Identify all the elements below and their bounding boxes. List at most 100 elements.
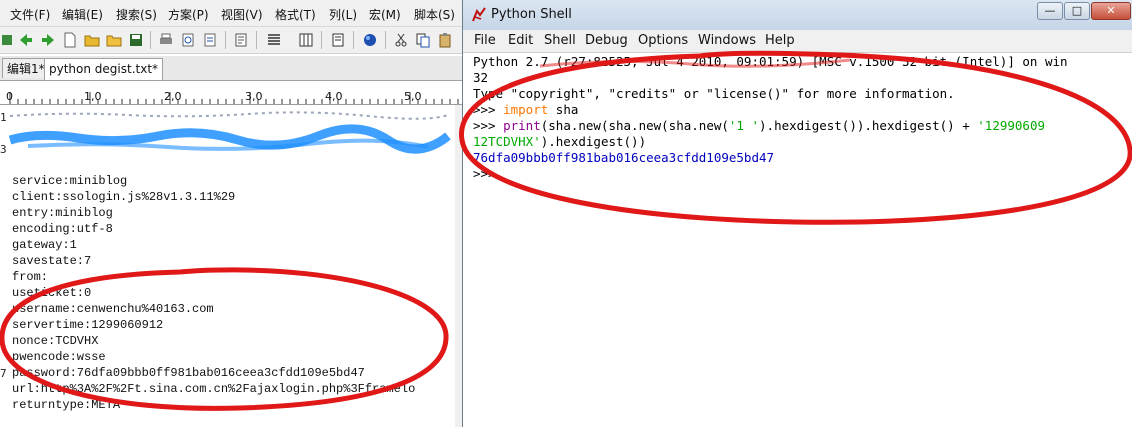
editor-scrollbar[interactable] (455, 105, 462, 427)
close-button[interactable]: ✕ (1091, 2, 1131, 20)
redaction-scribble (8, 111, 451, 154)
ruler-label: 2,0 (164, 90, 182, 103)
shell-window-title: Python Shell (491, 7, 572, 22)
shell-menu-edit[interactable]: Edit (508, 33, 533, 48)
new-file-icon[interactable] (62, 32, 78, 48)
shell-menu-debug[interactable]: Debug (585, 33, 628, 48)
tk-feather-icon (472, 7, 486, 22)
line-number: 3 (0, 143, 7, 156)
editor-menu-edit[interactable]: 编辑(E) (62, 6, 103, 23)
shell-menu-file[interactable]: File (474, 33, 496, 48)
password-string: '1 ' (728, 118, 760, 133)
editor-menu-search[interactable]: 搜索(S) (116, 6, 157, 23)
notes-icon[interactable] (330, 32, 346, 48)
editor-menu-script[interactable]: 脚本(S) (414, 6, 455, 23)
shell-menu-shell[interactable]: Shell (544, 33, 576, 48)
cut-tool-icon[interactable] (0, 32, 16, 48)
shell-menu-options[interactable]: Options (638, 33, 688, 48)
import-module: sha (548, 102, 579, 117)
salt-string-part: 12TCDVHX' (473, 134, 541, 149)
close-icon: ✕ (1106, 4, 1116, 17)
text-editor-window: 文件(F) 编辑(E) 搜索(S) 方案(P) 视图(V) 格式(T) 列(L)… (0, 0, 462, 427)
editor-line: nonce:TCDVHX (12, 334, 99, 348)
align-lines-icon[interactable] (266, 32, 282, 48)
hash-output: 76dfa09bbb0ff981bab016ceea3cfdd109e5bd47 (473, 150, 775, 165)
scissors-icon[interactable] (393, 32, 409, 48)
banner-line: 32 (473, 70, 489, 85)
column-mode-icon[interactable] (298, 32, 314, 48)
line-number: 1 (0, 111, 7, 124)
line-number-gutter: 1 3 7 (0, 105, 8, 427)
shell-menu-windows[interactable]: Windows (698, 33, 756, 48)
document-icon[interactable] (202, 32, 218, 48)
globe-icon[interactable] (362, 32, 378, 48)
editor-line: url:http%3A%2F%2Ft.sina.com.cn%2Fajaxlog… (12, 382, 416, 396)
editor-line: service:miniblog (12, 174, 128, 188)
editor-line: gateway:1 (12, 238, 77, 252)
banner-line: Python 2.7 (r27:82525, Jul 4 2010, 09:01… (473, 54, 1068, 69)
ruler-label: 4,0 (325, 90, 343, 103)
command-fragment: (sha.new(sha.new(sha.new( (540, 118, 729, 133)
ruler-label: 5,0 (404, 90, 422, 103)
editor-menu-scheme[interactable]: 方案(P) (168, 6, 209, 23)
editor-line: servertime:1299060912 (12, 318, 164, 332)
editor-line: entry:miniblog (12, 206, 113, 220)
shell-output-area[interactable]: Python 2.7 (r27:82525, Jul 4 2010, 09:01… (463, 52, 1132, 427)
editor-line: client:ssologin.js%28v1.3.11%29 (12, 190, 236, 204)
shell-menubar: File Edit Shell Debug Options Windows He… (463, 30, 1132, 53)
toolbar-separator (385, 31, 386, 49)
line-number: 7 (0, 367, 7, 380)
banner-line: Type "copyright", "credits" or "license(… (473, 86, 955, 101)
editor-menu-column[interactable]: 列(L) (329, 6, 357, 23)
editor-menu-format[interactable]: 格式(T) (275, 6, 316, 23)
python-shell-window: Python Shell — □ ✕ File Edit Shell Debug… (462, 0, 1132, 427)
maximize-icon: □ (1071, 4, 1083, 17)
shell-prompt: >>> (473, 102, 496, 117)
editor-line: useticket:0 (12, 286, 92, 300)
print-preview-icon[interactable] (180, 32, 196, 48)
print-icon[interactable] (158, 32, 174, 48)
editor-menu-view[interactable]: 视图(V) (221, 6, 263, 23)
toolbar-separator (256, 31, 257, 49)
ruler-label: 3,0 (245, 90, 263, 103)
arrow-right-icon[interactable] (40, 32, 56, 48)
open-folder-icon[interactable] (84, 32, 100, 48)
toolbar-separator (150, 31, 151, 49)
editor-tab-bar: 编辑1* python degist.txt* (0, 56, 462, 81)
column-ruler: 0 1,0 2,0 3,0 4,0 5,0 (0, 90, 462, 105)
ruler-label: 0 (6, 90, 13, 103)
editor-line: from: (12, 270, 49, 284)
editor-menubar: 文件(F) 编辑(E) 搜索(S) 方案(P) 视图(V) 格式(T) 列(L)… (0, 0, 462, 27)
page-icon[interactable] (233, 32, 249, 48)
toolbar-separator (225, 31, 226, 49)
shell-titlebar[interactable]: Python Shell — □ ✕ (463, 0, 1132, 30)
editor-line: returntype:META (12, 398, 121, 412)
print-keyword: print (503, 118, 541, 133)
import-keyword: import (503, 102, 549, 117)
tab-editor-1[interactable]: 编辑1* (2, 58, 50, 78)
editor-line: username:cenwenchu%40163.com (12, 302, 214, 316)
shell-prompt: >>> (473, 166, 496, 181)
save-icon[interactable] (128, 32, 144, 48)
editor-line: password:76dfa09bbb0ff981bab016ceea3cfdd… (12, 366, 365, 380)
tab-python-degist[interactable]: python degist.txt* (44, 58, 164, 80)
open-folder-alt-icon[interactable] (106, 32, 122, 48)
editor-line: encoding:utf-8 (12, 222, 113, 236)
shell-menu-help[interactable]: Help (765, 33, 795, 48)
arrow-left-icon[interactable] (18, 32, 34, 48)
minimize-icon: — (1044, 4, 1056, 17)
paste-icon[interactable] (437, 32, 453, 48)
toolbar-separator (353, 31, 354, 49)
command-continuation: 12TCDVHX').hexdigest()) (473, 134, 646, 149)
editor-menu-file[interactable]: 文件(F) (10, 6, 50, 23)
shell-prompt: >>> (473, 118, 496, 133)
editor-line: savestate:7 (12, 254, 92, 268)
import-statement: >>> import sha (473, 102, 578, 117)
editor-menu-macro[interactable]: 宏(M) (369, 6, 401, 23)
copy-icon[interactable] (415, 32, 431, 48)
minimize-button[interactable]: — (1037, 2, 1063, 20)
maximize-button[interactable]: □ (1064, 2, 1090, 20)
command-line: >>> print(sha.new(sha.new(sha.new('1 ').… (473, 118, 1045, 133)
salt-string-part: '12990609 (977, 118, 1045, 133)
editor-toolbar (0, 27, 462, 54)
